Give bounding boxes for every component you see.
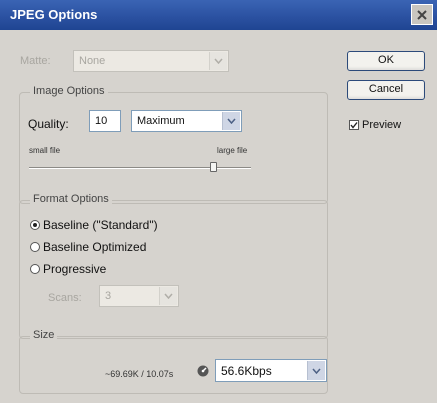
matte-label: Matte: [20,55,51,67]
radio-baseline-optimized[interactable]: Baseline Optimized [30,240,146,254]
image-options-legend: Image Options [30,85,108,97]
chevron-down-icon[interactable] [222,112,240,130]
small-file-label: small file [29,146,61,155]
chevron-down-icon [209,52,227,70]
scans-label: Scans: [48,292,82,304]
chevron-down-icon [159,287,177,305]
scans-select: 3 [99,285,179,307]
quality-label: Quality: [28,117,69,131]
speed-value: 56.6Kbps [221,363,272,378]
matte-select: None [73,50,229,72]
ok-button[interactable]: OK [347,51,425,71]
speed-select[interactable]: 56.6Kbps [215,359,327,382]
close-icon [417,9,427,20]
speed-icon[interactable] [196,364,210,381]
quality-preset-value: Maximum [137,115,185,127]
radio-dot[interactable] [30,242,40,252]
size-estimate: ~69.69K / 10.07s [105,369,174,379]
chevron-down-icon[interactable] [307,361,325,380]
format-options-legend: Format Options [30,193,112,205]
checkmark-icon [350,122,358,129]
matte-value: None [79,55,106,67]
image-options-group: Image Options [19,85,328,204]
large-file-label: large file [217,146,248,155]
cancel-button[interactable]: Cancel [347,80,425,100]
preview-label: Preview [362,119,402,131]
title-bar[interactable]: JPEG Options [0,0,437,30]
quality-value: 10 [95,115,108,127]
radio-label: Baseline ("Standard") [43,218,158,232]
quality-slider-thumb[interactable] [209,162,217,172]
checkbox-box[interactable] [349,120,359,130]
radio-dot[interactable] [30,220,40,230]
quality-preset-select[interactable]: Maximum [131,110,242,132]
preview-checkbox[interactable]: Preview [349,119,401,131]
radio-progressive[interactable]: Progressive [30,262,106,276]
close-button[interactable] [411,4,433,25]
size-legend: Size [30,329,58,341]
radio-label: Progressive [43,262,107,276]
scans-value: 3 [105,290,112,302]
radio-label: Baseline Optimized [43,240,147,254]
quality-slider-track[interactable] [29,167,251,169]
window-title: JPEG Options [10,7,98,22]
radio-baseline-standard[interactable]: Baseline ("Standard") [30,218,158,232]
quality-input[interactable]: 10 [89,110,121,132]
radio-dot[interactable] [30,264,40,274]
dialog-body: Matte: None OK Cancel Preview Image Opti… [0,30,437,403]
